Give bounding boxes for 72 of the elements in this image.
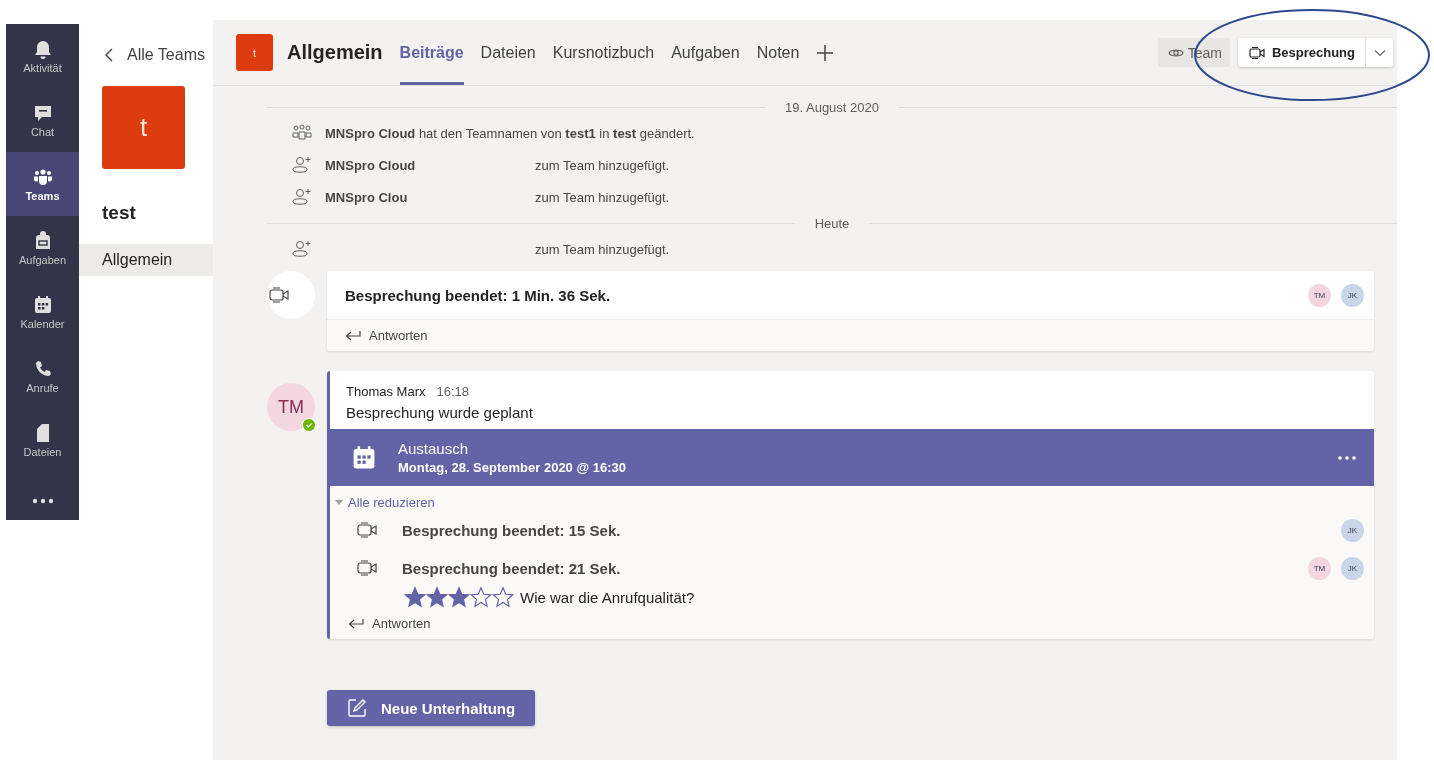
triangle-down-icon bbox=[335, 499, 343, 506]
app-bar-item[interactable]: Teams bbox=[6, 152, 79, 216]
rating-prompt: Wie war die Anrufqualität? bbox=[520, 588, 695, 606]
chevron-left-icon bbox=[105, 48, 113, 62]
app-bar-item[interactable]: Chat bbox=[6, 88, 79, 152]
video-camera-icon bbox=[268, 286, 290, 304]
avatar: TM bbox=[267, 383, 315, 431]
meeting-date: Montag, 28. September 2020 @ 16:30 bbox=[398, 460, 626, 475]
star-rating[interactable] bbox=[404, 586, 514, 608]
app-bar-item[interactable]: Aufgaben bbox=[6, 216, 79, 280]
event-text: MNSpro Cloud hat den Teamnamen von test1 in test geändert. bbox=[325, 125, 695, 141]
avatar: JK bbox=[1341, 283, 1364, 307]
bell-icon bbox=[32, 38, 53, 59]
plus-icon bbox=[816, 43, 835, 62]
channel-item[interactable]: Allgemein bbox=[79, 244, 213, 276]
eye-icon bbox=[1167, 46, 1184, 59]
team-avatar: t bbox=[102, 86, 185, 169]
channel-title: Allgemein bbox=[287, 41, 383, 64]
team-name: test bbox=[102, 202, 137, 224]
author-name: Thomas Marx bbox=[346, 384, 426, 399]
app-bar-item[interactable]: Aktivität bbox=[6, 24, 79, 88]
tab[interactable]: Dateien bbox=[480, 20, 536, 85]
people-icon bbox=[32, 166, 53, 187]
reply-button[interactable]: Antworten bbox=[345, 328, 428, 343]
collapse-link[interactable]: Alle reduzieren bbox=[335, 495, 435, 510]
meeting-text: Besprechung beendet: 21 Sek. bbox=[402, 559, 621, 577]
meeting-text: Besprechung beendet: 15 Sek. bbox=[402, 521, 621, 539]
chevron-down-icon bbox=[1373, 48, 1386, 57]
tab[interactable]: Beiträge bbox=[399, 20, 464, 85]
back-link[interactable]: Alle Teams bbox=[105, 46, 213, 64]
date-label: Heute bbox=[814, 215, 850, 231]
meeting-banner[interactable]: Austausch Montag, 28. September 2020 @ 16:30 bbox=[330, 429, 1374, 486]
reply-arrow-icon bbox=[345, 329, 361, 342]
avatar: TM bbox=[1308, 556, 1331, 580]
star-filled-icon bbox=[426, 586, 448, 608]
event-text: zum Team hinzugefügt. bbox=[535, 241, 670, 257]
video-camera-icon bbox=[356, 559, 378, 577]
event-text: zum Team hinzugefügt. bbox=[535, 189, 670, 205]
video-camera-icon bbox=[1247, 44, 1266, 61]
video-camera-icon bbox=[356, 521, 378, 539]
date-label: 19. August 2020 bbox=[785, 99, 879, 115]
app-bar-item[interactable]: Dateien bbox=[6, 408, 79, 472]
star-outline-icon bbox=[492, 586, 514, 608]
calendar-icon bbox=[351, 444, 377, 471]
more-icon bbox=[1338, 455, 1356, 460]
more-icon bbox=[30, 498, 55, 504]
calendar-icon bbox=[32, 294, 53, 315]
app-bar-item[interactable]: Kalender bbox=[6, 280, 79, 344]
more-button[interactable] bbox=[30, 498, 55, 504]
user-name: MNSpro Cloud bbox=[325, 157, 416, 173]
avatar: JK bbox=[1341, 556, 1364, 580]
new-conversation-button[interactable]: Neue Unterhaltung bbox=[327, 690, 536, 726]
app-bar-item[interactable]: Anrufe bbox=[6, 344, 79, 408]
team-avatar: t bbox=[236, 34, 273, 71]
avatar: TM bbox=[1308, 283, 1331, 307]
star-filled-icon bbox=[404, 586, 426, 608]
tab[interactable]: Kursnotizbuch bbox=[552, 20, 655, 85]
event-text: zum Team hinzugefügt. bbox=[535, 157, 670, 173]
more-options-button[interactable] bbox=[1338, 455, 1356, 460]
reply-arrow-icon bbox=[348, 617, 364, 630]
tab[interactable]: Aufgaben bbox=[671, 20, 740, 85]
reply-button[interactable]: Antworten bbox=[348, 616, 431, 631]
tab[interactable]: Noten bbox=[756, 20, 800, 85]
avatar: JK bbox=[1341, 518, 1364, 542]
compose-icon bbox=[347, 698, 367, 718]
meeting-text: Besprechung beendet: 1 Min. 36 Sek. bbox=[345, 286, 611, 304]
star-outline-icon bbox=[470, 586, 492, 608]
star-filled-icon bbox=[448, 586, 470, 608]
user-name: MNSpro Clou bbox=[325, 189, 408, 205]
message-text: Besprechung wurde geplant bbox=[346, 404, 534, 421]
meeting-title: Austausch bbox=[398, 440, 470, 457]
timestamp: 16:18 bbox=[436, 384, 469, 399]
